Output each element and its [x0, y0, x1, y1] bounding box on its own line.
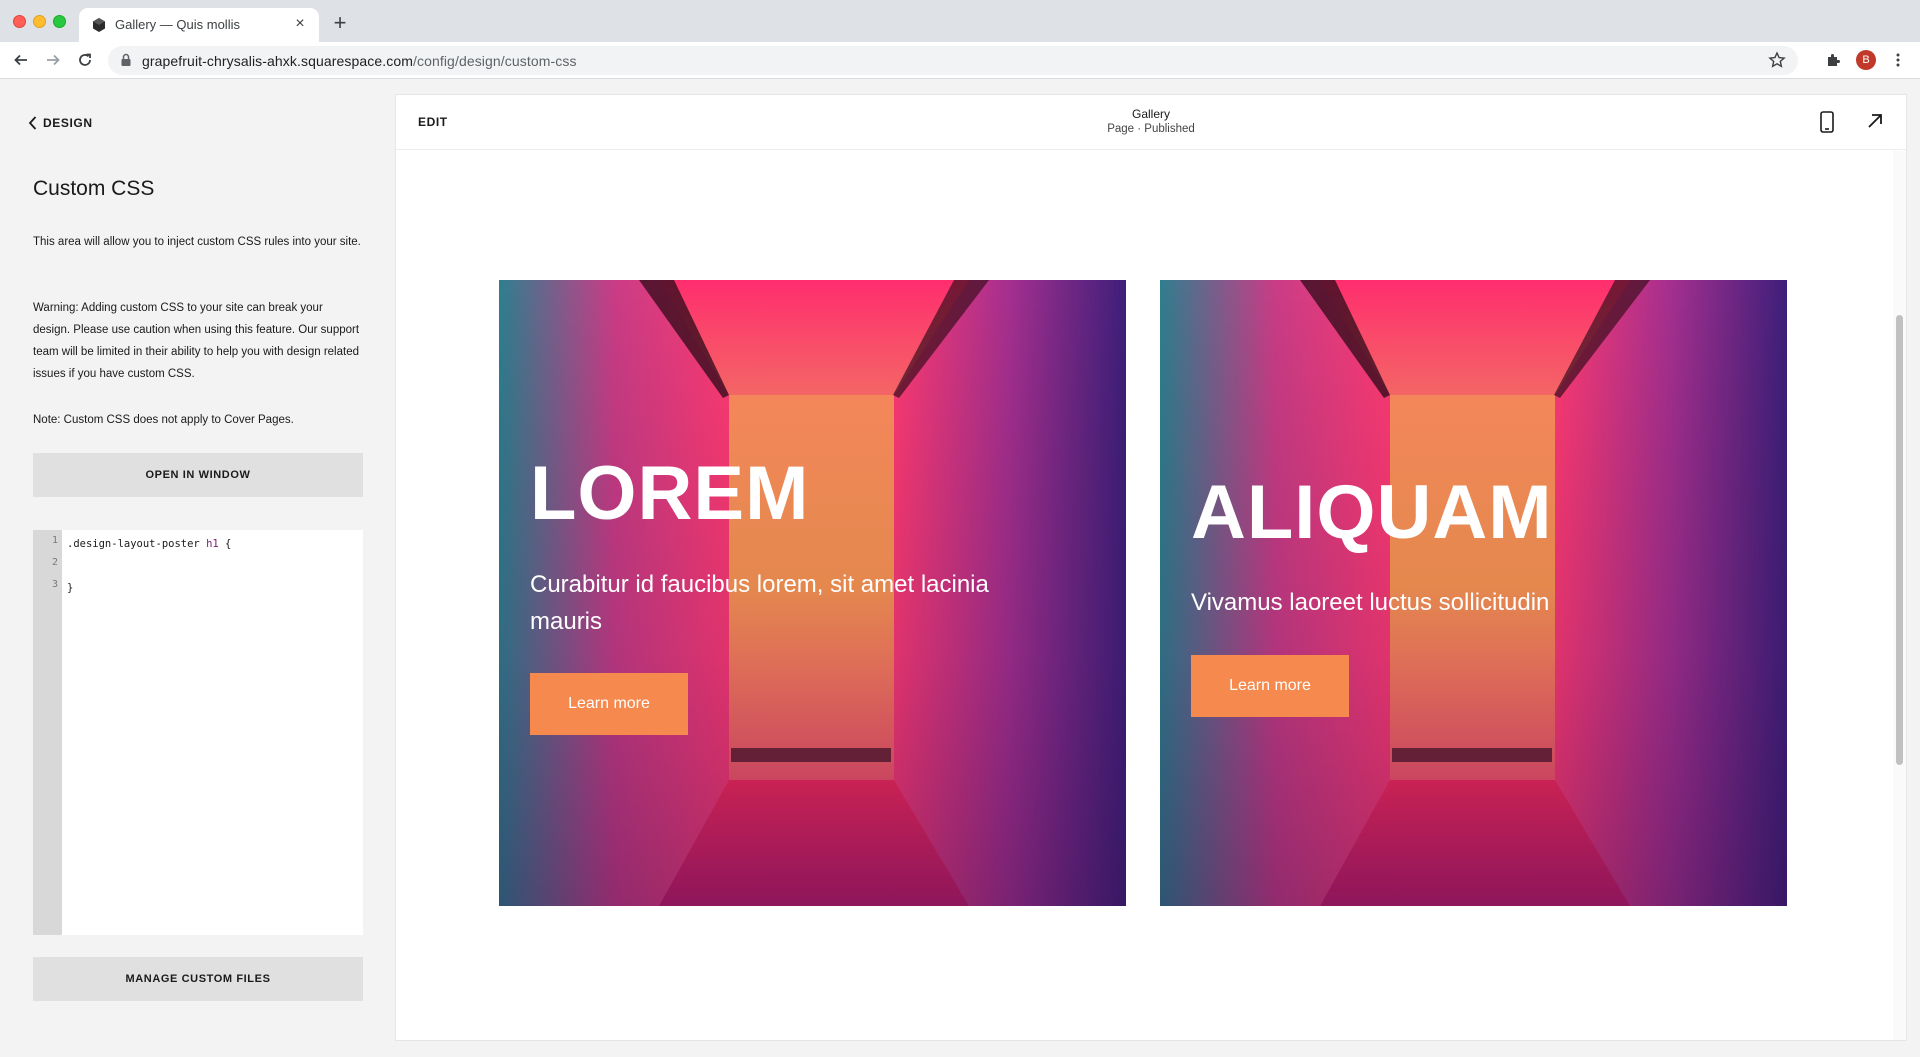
browser-menu-icon[interactable] — [1886, 48, 1910, 72]
back-to-design-link[interactable]: DESIGN — [28, 116, 93, 130]
panel-title: Custom CSS — [33, 177, 155, 200]
forward-arrow-icon[interactable] — [41, 48, 65, 72]
line-number-gutter: 1 2 3 — [33, 530, 62, 935]
preview-header: EDIT Gallery Page · Published — [396, 95, 1906, 150]
new-tab-button[interactable]: + — [328, 12, 352, 36]
profile-avatar[interactable]: B — [1856, 50, 1876, 70]
browser-tab[interactable]: Gallery — Quis mollis × — [79, 8, 319, 42]
extensions-puzzle-icon[interactable] — [1821, 48, 1845, 72]
note-text: Note: Custom CSS does not apply to Cover… — [33, 414, 294, 426]
browser-tabstrip: Gallery — Quis mollis × + — [0, 0, 1920, 42]
learn-more-button[interactable]: Learn more — [530, 673, 688, 735]
poster-subtitle: Curabitur id faucibus lorem, sit amet la… — [530, 571, 989, 635]
code-line: } — [67, 582, 74, 594]
back-label: DESIGN — [43, 116, 93, 130]
squarespace-favicon-icon — [93, 18, 105, 32]
poster-heading: ALIQUAM — [1191, 470, 1553, 555]
lock-icon — [121, 53, 131, 66]
url-text: grapefruit-chrysalis-ahxk.squarespace.co… — [142, 53, 577, 69]
window-close-button[interactable] — [13, 15, 26, 28]
mobile-preview-icon[interactable] — [1820, 111, 1834, 133]
preview-scrollbar[interactable] — [1893, 151, 1906, 1040]
manage-custom-files-button[interactable]: MANAGE CUSTOM FILES — [33, 957, 363, 1001]
url-path: /config/design/custom-css — [413, 53, 577, 69]
code-line: .design-layout-poster h1 { — [67, 538, 231, 550]
line-number: 2 — [51, 557, 58, 568]
back-arrow-icon[interactable] — [9, 48, 33, 72]
code-tag: h1 — [206, 538, 219, 550]
poster-heading: LOREM — [530, 451, 810, 536]
url-host: grapefruit-chrysalis-ahxk.squarespace.co… — [142, 53, 413, 69]
open-in-window-button[interactable]: OPEN IN WINDOW — [33, 453, 363, 497]
intro-text: This area will allow you to inject custo… — [33, 236, 361, 248]
tab-title: Gallery — Quis mollis — [115, 17, 240, 32]
tab-close-icon[interactable]: × — [291, 15, 309, 33]
poster-card: ALIQUAM Vivamus laoreet luctus sollicitu… — [1160, 280, 1787, 906]
scrollbar-thumb[interactable] — [1896, 315, 1903, 765]
address-bar[interactable]: grapefruit-chrysalis-ahxk.squarespace.co… — [108, 46, 1798, 75]
reload-icon[interactable] — [73, 48, 97, 72]
css-code-editor[interactable]: 1 2 3 .design-layout-poster h1 { } — [33, 530, 363, 935]
window-zoom-button[interactable] — [53, 15, 66, 28]
browser-toolbar: grapefruit-chrysalis-ahxk.squarespace.co… — [0, 42, 1920, 79]
custom-css-panel: DESIGN Custom CSS This area will allow y… — [0, 79, 395, 1057]
page-preview-frame: EDIT Gallery Page · Published LOREM Cura… — [396, 95, 1906, 1040]
bookmark-star-icon[interactable] — [1768, 51, 1786, 69]
chevron-left-icon — [28, 116, 37, 130]
code-selector: .design-layout-poster — [67, 538, 207, 550]
line-number: 3 — [51, 579, 58, 590]
poster-card: LOREM Curabitur id faucibus lorem, sit a… — [499, 280, 1126, 906]
open-external-arrow-icon[interactable] — [1866, 112, 1884, 130]
page-status: Page · Published — [1107, 123, 1195, 135]
window-minimize-button[interactable] — [33, 15, 46, 28]
poster-subtitle: Vivamus laoreet luctus sollicitudin — [1191, 589, 1550, 616]
line-number: 1 — [51, 535, 58, 546]
code-brace: { — [218, 538, 232, 550]
warning-text: Warning: Adding custom CSS to your site … — [33, 302, 360, 380]
page-name: Gallery — [1131, 107, 1170, 121]
learn-more-button[interactable]: Learn more — [1191, 655, 1349, 717]
